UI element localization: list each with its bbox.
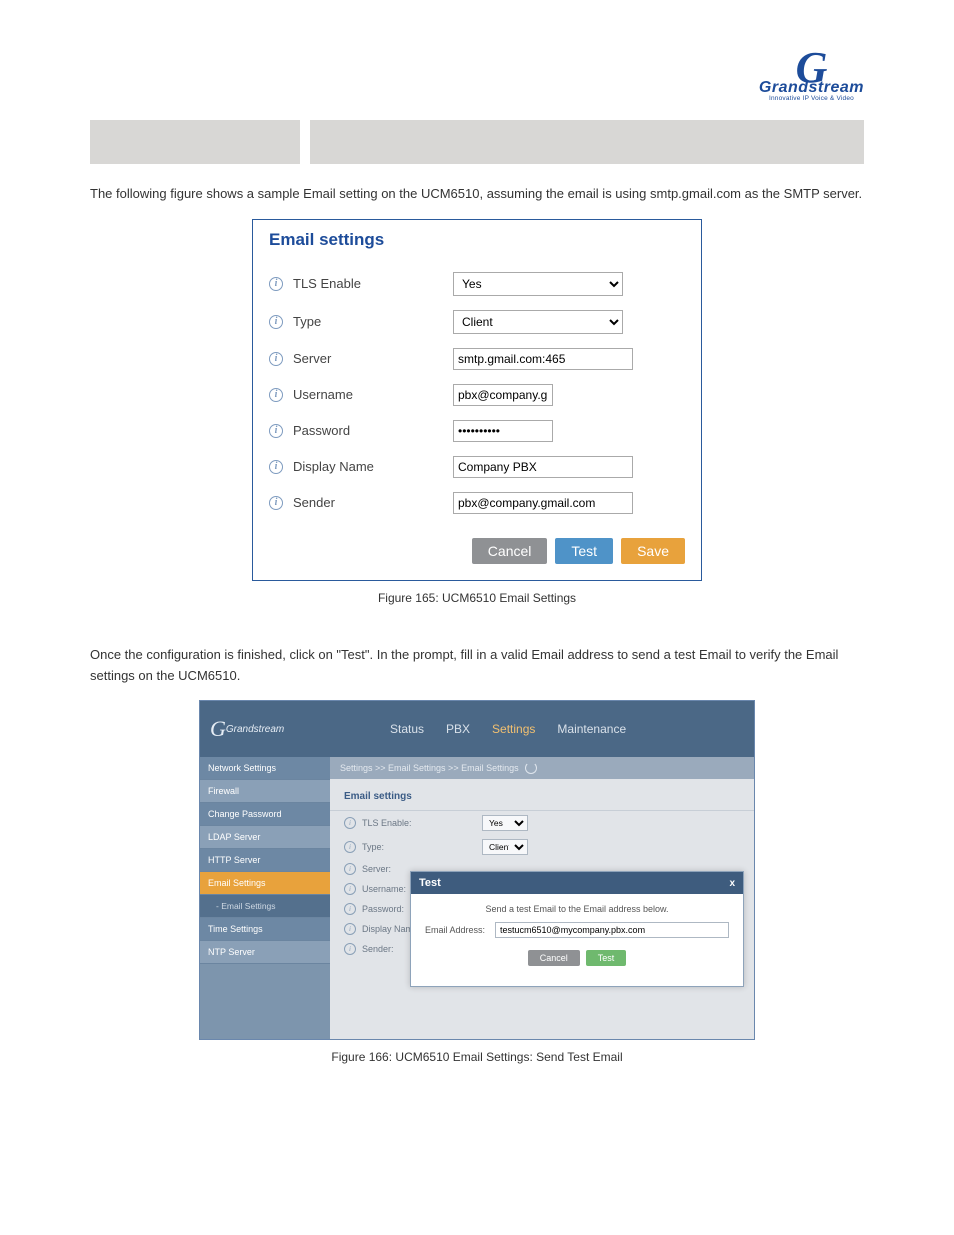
info-icon[interactable]: i: [269, 277, 283, 291]
nav-status[interactable]: Status: [390, 722, 424, 736]
logo-tagline: Innovative IP Voice & Video: [759, 95, 864, 102]
nav-pbx[interactable]: PBX: [446, 722, 470, 736]
sender-input[interactable]: [453, 492, 633, 514]
sidebar-item-ntp[interactable]: NTP Server: [200, 941, 330, 964]
info-icon[interactable]: i: [269, 352, 283, 366]
sidebar-item-change-password[interactable]: Change Password: [200, 803, 330, 826]
brand-logo: G Grandstream Innovative IP Voice & Vide…: [759, 50, 864, 102]
sender-label: Sender: [293, 495, 453, 510]
info-icon[interactable]: i: [269, 496, 283, 510]
cancel-button[interactable]: Cancel: [472, 538, 548, 564]
app-screenshot: G Grandstream Status PBX Settings Mainte…: [199, 700, 755, 1040]
type-label: Type:: [362, 842, 482, 852]
sidebar-item-http[interactable]: HTTP Server: [200, 849, 330, 872]
refresh-icon[interactable]: [525, 762, 537, 774]
password-label: Password: [293, 423, 453, 438]
server-label: Server: [293, 351, 453, 366]
sidebar-item-time[interactable]: Time Settings: [200, 918, 330, 941]
tls-enable-select[interactable]: Yes: [482, 815, 528, 831]
type-select[interactable]: Client: [453, 310, 623, 334]
info-icon[interactable]: i: [344, 903, 356, 915]
info-icon[interactable]: i: [344, 943, 356, 955]
test-button[interactable]: Test: [555, 538, 613, 564]
nav-maintenance[interactable]: Maintenance: [557, 722, 626, 736]
mid-text: Once the configuration is finished, clic…: [90, 645, 864, 687]
sidebar-item-email-sub[interactable]: - Email Settings: [200, 895, 330, 918]
close-icon[interactable]: x: [729, 878, 735, 889]
sidebar-item-email[interactable]: Email Settings: [200, 872, 330, 895]
save-button[interactable]: Save: [621, 538, 685, 564]
tls-enable-label: TLS Enable:: [362, 818, 482, 828]
modal-cancel-button[interactable]: Cancel: [528, 950, 580, 966]
info-icon[interactable]: i: [344, 841, 356, 853]
info-icon[interactable]: i: [344, 817, 356, 829]
modal-test-button[interactable]: Test: [586, 950, 627, 966]
modal-title: Test: [419, 877, 441, 889]
figure-caption-2: Figure 166: UCM6510 Email Settings: Send…: [90, 1050, 864, 1064]
sidebar-item-firewall[interactable]: Firewall: [200, 780, 330, 803]
app-header: G Grandstream Status PBX Settings Mainte…: [200, 701, 754, 757]
figure-caption-1: Figure 165: UCM6510 Email Settings: [90, 591, 864, 605]
test-email-modal: Test x Send a test Email to the Email ad…: [410, 871, 744, 987]
header-bar-right: [310, 120, 864, 164]
email-address-label: Email Address:: [425, 925, 485, 935]
info-icon[interactable]: i: [344, 863, 356, 875]
display-name-label: Display Name: [293, 459, 453, 474]
sidebar-item-network[interactable]: Network Settings: [200, 757, 330, 780]
display-name-input[interactable]: [453, 456, 633, 478]
username-label: Username: [293, 387, 453, 402]
info-icon[interactable]: i: [269, 424, 283, 438]
email-address-input[interactable]: [495, 922, 729, 938]
tls-enable-label: TLS Enable: [293, 276, 453, 291]
header-bar: [90, 120, 864, 164]
app-logo: G Grandstream: [200, 716, 330, 742]
breadcrumb: Settings >> Email Settings >> Email Sett…: [330, 757, 754, 779]
info-icon[interactable]: i: [344, 883, 356, 895]
type-select[interactable]: Client: [482, 839, 528, 855]
password-input[interactable]: [453, 420, 553, 442]
header-bar-left: [90, 120, 300, 164]
info-icon[interactable]: i: [269, 460, 283, 474]
sidebar-item-ldap[interactable]: LDAP Server: [200, 826, 330, 849]
type-label: Type: [293, 314, 453, 329]
info-icon[interactable]: i: [269, 388, 283, 402]
server-input[interactable]: [453, 348, 633, 370]
tls-enable-select[interactable]: Yes: [453, 272, 623, 296]
username-input[interactable]: [453, 384, 553, 406]
info-icon[interactable]: i: [269, 315, 283, 329]
email-settings-dialog: Email settings i TLS Enable Yes i Type C…: [252, 219, 702, 581]
sidebar: Network Settings Firewall Change Passwor…: [200, 757, 330, 1039]
info-icon[interactable]: i: [344, 923, 356, 935]
dialog-title: Email settings: [269, 230, 685, 250]
nav-settings[interactable]: Settings: [492, 722, 535, 736]
panel-title: Email settings: [330, 779, 754, 811]
modal-message: Send a test Email to the Email address b…: [425, 904, 729, 914]
intro-text: The following figure shows a sample Emai…: [90, 184, 864, 205]
